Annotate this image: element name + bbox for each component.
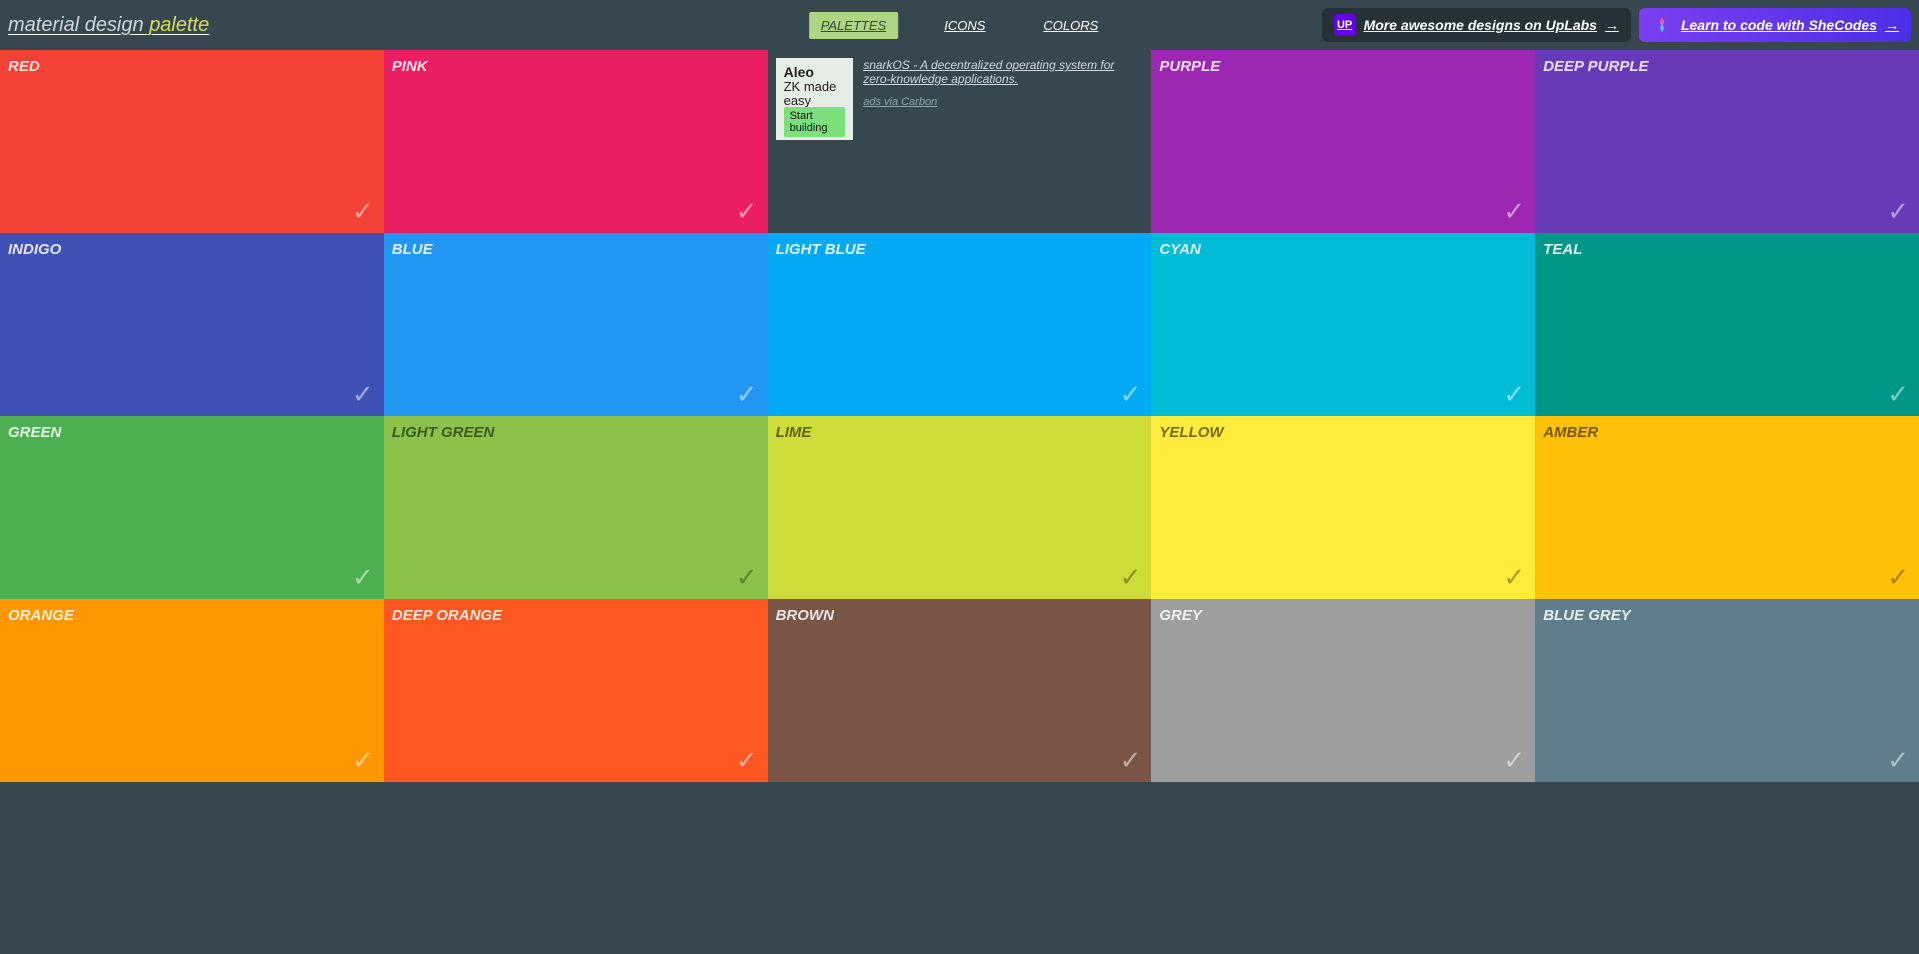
- top-bar: material design palette PALETTES ICONS C…: [0, 0, 1919, 50]
- tile-label: BLUE GREY: [1543, 607, 1631, 624]
- check-icon: ✓: [1120, 745, 1142, 776]
- uplabs-text: More awesome designs on UpLabs: [1364, 17, 1597, 33]
- check-icon: ✓: [1887, 745, 1909, 776]
- shecodes-text: Learn to code with SheCodes: [1681, 17, 1877, 33]
- nav-icons[interactable]: ICONS: [932, 12, 997, 39]
- ad-via[interactable]: ads via Carbon: [863, 96, 1143, 108]
- check-icon: ✓: [1887, 562, 1909, 593]
- shecodes-button[interactable]: Learn to code with SheCodes →: [1639, 8, 1911, 42]
- tile-label: AMBER: [1543, 424, 1598, 441]
- tile-label: TEAL: [1543, 241, 1582, 258]
- check-icon: ✓: [1503, 379, 1525, 410]
- color-tile-green[interactable]: GREEN ✓: [0, 416, 384, 599]
- check-icon: ✓: [736, 379, 758, 410]
- color-tile-amber[interactable]: AMBER ✓: [1535, 416, 1919, 599]
- nav-palettes[interactable]: PALETTES: [809, 12, 899, 39]
- tile-label: LIGHT BLUE: [776, 241, 866, 258]
- color-tile-light-green[interactable]: LIGHT GREEN ✓: [384, 416, 768, 599]
- color-tile-blue-grey[interactable]: BLUE GREY ✓: [1535, 599, 1919, 782]
- color-tile-red[interactable]: RED ✓: [0, 50, 384, 233]
- color-tile-yellow[interactable]: YELLOW ✓: [1151, 416, 1535, 599]
- check-icon: ✓: [736, 562, 758, 593]
- color-tile-teal[interactable]: TEAL ✓: [1535, 233, 1919, 416]
- check-icon: ✓: [352, 745, 374, 776]
- color-tile-deep-orange[interactable]: DEEP ORANGE ✓: [384, 599, 768, 782]
- color-tile-light-blue[interactable]: LIGHT BLUE ✓: [768, 233, 1152, 416]
- tile-label: LIME: [776, 424, 812, 441]
- ad-brand: Aleo: [784, 64, 846, 80]
- tile-label: PURPLE: [1159, 58, 1220, 75]
- color-tile-cyan[interactable]: CYAN ✓: [1151, 233, 1535, 416]
- logo-text-1: material design: [8, 14, 144, 36]
- ad-tagline: ZK made easy: [784, 80, 846, 107]
- tile-label: GREEN: [8, 424, 61, 441]
- tile-label: INDIGO: [8, 241, 61, 258]
- ad-image: AleoZK made easyStart building: [776, 58, 854, 140]
- check-icon: ✓: [1120, 379, 1142, 410]
- check-icon: ✓: [1503, 745, 1525, 776]
- arrow-right-icon: →: [1605, 17, 1619, 33]
- uplabs-icon: UP: [1334, 14, 1356, 36]
- color-tile-pink[interactable]: PINK ✓: [384, 50, 768, 233]
- tile-label: ORANGE: [8, 607, 74, 624]
- tile-label: LIGHT GREEN: [392, 424, 495, 441]
- ad-cta: Start building: [784, 107, 846, 137]
- check-icon: ✓: [1887, 379, 1909, 410]
- main-nav: PALETTES ICONS COLORS: [809, 12, 1111, 39]
- tile-label: DEEP ORANGE: [392, 607, 502, 624]
- promo-buttons: UP More awesome designs on UpLabs → Lear…: [1322, 8, 1911, 42]
- check-icon: ✓: [736, 196, 758, 227]
- tile-label: PINK: [392, 58, 428, 75]
- color-tile-blue[interactable]: BLUE ✓: [384, 233, 768, 416]
- tile-label: CYAN: [1159, 241, 1200, 258]
- arrow-right-icon: →: [1885, 17, 1899, 33]
- check-icon: ✓: [352, 562, 374, 593]
- check-icon: ✓: [1503, 562, 1525, 593]
- color-tile-grey[interactable]: GREY ✓: [1151, 599, 1535, 782]
- color-tile-orange[interactable]: ORANGE ✓: [0, 599, 384, 782]
- tile-label: YELLOW: [1159, 424, 1223, 441]
- nav-colors[interactable]: COLORS: [1031, 12, 1110, 39]
- uplabs-button[interactable]: UP More awesome designs on UpLabs →: [1322, 8, 1631, 42]
- tile-label: GREY: [1159, 607, 1202, 624]
- ad-text: snarkOS - A decentralized operating syst…: [863, 58, 1143, 108]
- color-tile-brown[interactable]: BROWN ✓: [768, 599, 1152, 782]
- check-icon: ✓: [1503, 196, 1525, 227]
- color-tile-lime[interactable]: LIME ✓: [768, 416, 1152, 599]
- site-logo[interactable]: material design palette: [8, 14, 209, 37]
- color-tile-deep-purple[interactable]: DEEP PURPLE ✓: [1535, 50, 1919, 233]
- tile-label: BLUE: [392, 241, 433, 258]
- ad-tile[interactable]: AleoZK made easyStart building snarkOS - …: [768, 50, 1152, 233]
- tile-label: DEEP PURPLE: [1543, 58, 1648, 75]
- check-icon: ✓: [736, 745, 758, 776]
- shecodes-icon: [1651, 14, 1673, 36]
- logo-text-2: palette: [149, 14, 209, 36]
- check-icon: ✓: [352, 379, 374, 410]
- color-tile-indigo[interactable]: INDIGO ✓: [0, 233, 384, 416]
- check-icon: ✓: [352, 196, 374, 227]
- color-tile-purple[interactable]: PURPLE ✓: [1151, 50, 1535, 233]
- color-grid: RED ✓ PINK ✓ AleoZK made easyStart building s…: [0, 50, 1919, 782]
- check-icon: ✓: [1120, 562, 1142, 593]
- check-icon: ✓: [1887, 196, 1909, 227]
- tile-label: BROWN: [776, 607, 834, 624]
- tile-label: RED: [8, 58, 40, 75]
- ad-copy[interactable]: snarkOS - A decentralized operating syst…: [863, 58, 1114, 86]
